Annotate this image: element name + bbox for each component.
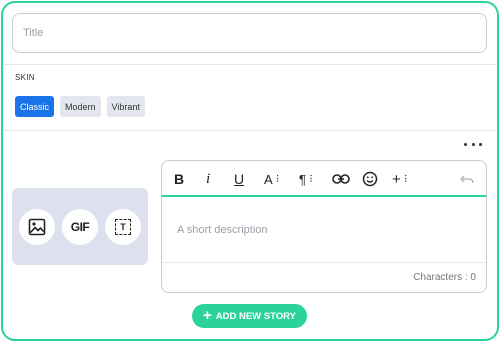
insert-button[interactable]: + ⋮ bbox=[392, 169, 410, 189]
description-editor: B i U A ⋮ ¶ ⋮ + ⋮ A short description Ch… bbox=[161, 160, 487, 293]
title-input[interactable] bbox=[12, 13, 487, 53]
description-input[interactable]: A short description bbox=[177, 224, 268, 236]
link-button[interactable] bbox=[332, 169, 350, 189]
skin-options: Classic Modern Vibrant bbox=[15, 96, 145, 117]
italic-button[interactable]: i bbox=[206, 169, 210, 189]
plus-icon: + bbox=[203, 307, 212, 324]
font-size-button[interactable]: A ⋮ bbox=[264, 169, 282, 189]
skin-label: SKIN bbox=[15, 73, 35, 82]
divider bbox=[3, 64, 497, 65]
more-options-icon[interactable] bbox=[464, 138, 482, 150]
character-counter-bar: Characters : 0 bbox=[162, 262, 486, 292]
add-gif-button[interactable]: GIF bbox=[62, 208, 98, 245]
paragraph-icon: ¶ bbox=[299, 171, 306, 187]
add-image-button[interactable] bbox=[19, 208, 55, 245]
emoji-icon bbox=[362, 171, 378, 187]
editor-toolbar: B i U A ⋮ ¶ ⋮ + ⋮ bbox=[162, 161, 486, 197]
bold-button[interactable]: B bbox=[174, 169, 184, 189]
skin-vibrant-button[interactable]: Vibrant bbox=[106, 96, 145, 117]
image-icon bbox=[28, 218, 46, 235]
gif-icon: GIF bbox=[70, 219, 90, 234]
paragraph-button[interactable]: ¶ ⋮ bbox=[299, 169, 315, 189]
media-picker: GIF T bbox=[12, 188, 148, 265]
underline-button[interactable]: U bbox=[234, 169, 244, 189]
skin-modern-button[interactable]: Modern bbox=[60, 96, 101, 117]
text-box-icon: T bbox=[115, 218, 131, 235]
add-new-story-label: ADD NEW STORY bbox=[215, 310, 296, 322]
undo-button[interactable] bbox=[460, 169, 474, 189]
undo-icon bbox=[460, 175, 474, 184]
skin-classic-button[interactable]: Classic bbox=[15, 96, 55, 117]
add-new-story-button[interactable]: + ADD NEW STORY bbox=[192, 304, 307, 328]
link-icon bbox=[332, 174, 350, 184]
plus-icon: + bbox=[392, 170, 401, 188]
add-text-button[interactable]: T bbox=[105, 208, 141, 245]
emoji-button[interactable] bbox=[362, 169, 378, 189]
font-size-icon: A bbox=[264, 171, 273, 187]
divider bbox=[3, 130, 497, 131]
character-counter: Characters : 0 bbox=[413, 272, 476, 283]
